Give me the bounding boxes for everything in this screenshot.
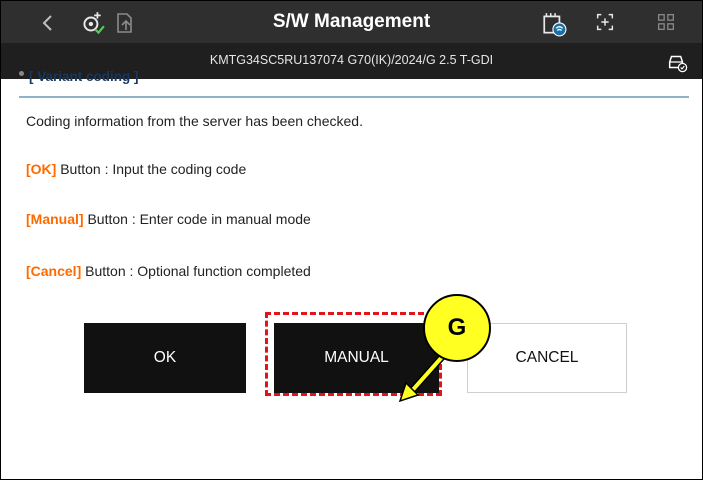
step-callout-badge: G [423,294,491,362]
instruction-cancel: [Cancel] Button : Optional function comp… [26,263,311,279]
section-title: [ Variant coding ] [19,69,139,84]
instruction-ok-key: [OK] [26,161,57,177]
grid-icon[interactable] [655,11,679,35]
top-bar: S/W Management KMTG34SC5RU137074 G70(IK)… [1,1,702,79]
title-row: S/W Management [1,1,702,43]
callout-arrow-icon [398,353,446,403]
instruction-ok: [OK] Button : Input the coding code [26,161,246,177]
instruction-cancel-key: [Cancel] [26,263,82,279]
instruction-cancel-text: Button : Optional function completed [81,263,311,279]
cancel-button[interactable]: CANCEL [467,323,627,393]
instruction-manual-text: Button : Enter code in manual mode [83,211,311,227]
instruction-manual: [Manual] Button : Enter code in manual m… [26,211,311,227]
section-title-text: [ Variant coding ] [29,69,139,84]
status-message: Coding information from the server has b… [26,113,363,129]
bullet-icon [19,70,24,76]
vehicle-info-text: KMTG34SC5RU137074 G70(IK)/2024/G 2.5 T-G… [209,53,494,67]
ecu-wireless-icon[interactable] [541,11,567,37]
car-status-icon[interactable] [666,51,688,73]
instruction-ok-text: Button : Input the coding code [56,161,247,177]
expand-icon[interactable] [594,11,618,35]
section-divider [19,96,689,98]
app-frame: S/W Management KMTG34SC5RU137074 G70(IK)… [0,0,703,480]
ok-button[interactable]: OK [84,323,246,393]
instruction-manual-key: [Manual] [26,211,84,227]
